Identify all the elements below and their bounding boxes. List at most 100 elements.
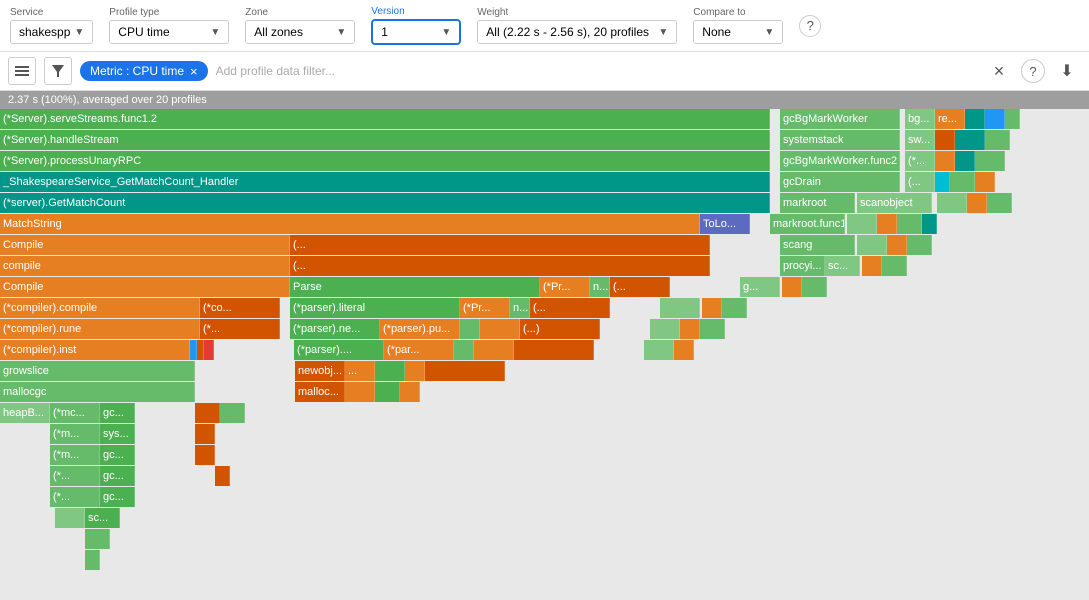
flame-block[interactable] bbox=[847, 214, 877, 234]
flame-block[interactable] bbox=[985, 130, 1010, 150]
flame-block[interactable] bbox=[190, 340, 197, 360]
flame-block[interactable]: (*Server).serveStreams.func1.2 bbox=[0, 109, 770, 129]
metric-chip-close-button[interactable]: × bbox=[190, 65, 198, 78]
flame-block[interactable] bbox=[644, 340, 674, 360]
flame-block[interactable] bbox=[937, 193, 967, 213]
flame-block[interactable] bbox=[975, 151, 1005, 171]
service-select[interactable]: shakespp ▼ bbox=[10, 20, 93, 44]
flame-block[interactable]: g... bbox=[740, 277, 780, 297]
flame-block[interactable]: malloc... bbox=[295, 382, 345, 402]
flame-block[interactable] bbox=[674, 340, 694, 360]
flame-block[interactable] bbox=[782, 277, 802, 297]
flame-block[interactable]: (*server).GetMatchCount bbox=[0, 193, 770, 213]
flame-block[interactable] bbox=[400, 382, 420, 402]
flame-block[interactable] bbox=[480, 319, 520, 339]
download-button[interactable]: ⬇ bbox=[1053, 57, 1081, 85]
flame-block[interactable]: (*Pr... bbox=[540, 277, 590, 297]
flame-block[interactable] bbox=[474, 340, 514, 360]
flame-block[interactable] bbox=[955, 130, 985, 150]
flame-block[interactable] bbox=[514, 340, 594, 360]
flame-block[interactable]: gc... bbox=[100, 487, 135, 507]
flame-block[interactable] bbox=[877, 214, 897, 234]
toolbar-help-button[interactable]: ? bbox=[799, 15, 821, 37]
flame-block[interactable]: (*Pr... bbox=[460, 298, 510, 318]
flame-block[interactable] bbox=[195, 445, 215, 465]
flame-block[interactable]: gc... bbox=[100, 445, 135, 465]
flame-block[interactable] bbox=[987, 193, 1012, 213]
flame-block[interactable]: (*... bbox=[200, 319, 280, 339]
flame-block[interactable]: (*compiler).inst bbox=[0, 340, 190, 360]
flame-block[interactable] bbox=[802, 277, 827, 297]
flame-block[interactable]: (*parser).... bbox=[294, 340, 384, 360]
flame-block[interactable]: Compile bbox=[0, 235, 290, 255]
flame-block[interactable] bbox=[985, 109, 1005, 129]
flame-block[interactable]: (... bbox=[290, 256, 710, 276]
flame-block[interactable] bbox=[650, 319, 680, 339]
flame-block[interactable]: (*Server).processUnaryRPC bbox=[0, 151, 770, 171]
flame-block[interactable]: sc... bbox=[85, 508, 120, 528]
flame-block[interactable]: (*Server).handleStream bbox=[0, 130, 770, 150]
flame-block[interactable]: scang bbox=[780, 235, 855, 255]
flame-block[interactable]: compile bbox=[0, 256, 290, 276]
flame-block[interactable] bbox=[1005, 109, 1020, 129]
flame-block[interactable] bbox=[897, 214, 922, 234]
flame-block[interactable]: re... bbox=[935, 109, 965, 129]
flame-block[interactable]: (*m... bbox=[50, 424, 100, 444]
flame-block[interactable] bbox=[702, 298, 722, 318]
flame-block[interactable]: (*... bbox=[50, 466, 100, 486]
flame-block[interactable]: (... bbox=[610, 277, 670, 297]
flame-block[interactable]: (*mc... bbox=[50, 403, 100, 423]
flame-block[interactable] bbox=[922, 214, 937, 234]
flame-block[interactable] bbox=[375, 361, 405, 381]
flame-block[interactable] bbox=[195, 424, 215, 444]
flame-block[interactable]: (... bbox=[530, 298, 610, 318]
flame-block[interactable]: sc... bbox=[825, 256, 860, 276]
zone-select[interactable]: All zones ▼ bbox=[245, 20, 355, 44]
flame-block[interactable]: mallocgc bbox=[0, 382, 195, 402]
flame-block[interactable] bbox=[680, 319, 700, 339]
flame-block[interactable] bbox=[950, 172, 975, 192]
flame-block[interactable]: sys... bbox=[100, 424, 135, 444]
flame-block[interactable] bbox=[195, 403, 220, 423]
flame-block[interactable]: gcBgMarkWorker.func2 bbox=[780, 151, 900, 171]
flame-block[interactable]: (*parser).ne... bbox=[290, 319, 380, 339]
flame-block[interactable]: (...) bbox=[520, 319, 600, 339]
flame-block[interactable] bbox=[975, 172, 995, 192]
flame-block[interactable]: (*m... bbox=[50, 445, 100, 465]
flame-block[interactable] bbox=[345, 382, 375, 402]
flame-block[interactable]: ToLo... bbox=[700, 214, 750, 234]
flame-block[interactable]: Parse bbox=[290, 277, 540, 297]
flame-block[interactable] bbox=[700, 319, 725, 339]
flame-block[interactable]: (*parser).pu... bbox=[380, 319, 460, 339]
flame-block[interactable]: gcBgMarkWorker bbox=[780, 109, 900, 129]
flame-block[interactable]: growslice bbox=[0, 361, 195, 381]
flame-block[interactable] bbox=[935, 130, 955, 150]
flame-block[interactable]: _ShakespeareService_GetMatchCount_Handle… bbox=[0, 172, 770, 192]
flame-block[interactable]: n... bbox=[510, 298, 530, 318]
flame-block[interactable] bbox=[955, 151, 975, 171]
flame-block[interactable] bbox=[967, 193, 987, 213]
flame-block[interactable]: (*... bbox=[50, 487, 100, 507]
flame-block[interactable] bbox=[55, 508, 85, 528]
flame-block[interactable]: (*... bbox=[905, 151, 935, 171]
flame-block[interactable]: scanobject bbox=[857, 193, 932, 213]
flame-block[interactable]: gc... bbox=[100, 466, 135, 486]
flame-block[interactable] bbox=[935, 172, 950, 192]
compare-select[interactable]: None ▼ bbox=[693, 20, 783, 44]
flame-block[interactable] bbox=[882, 256, 907, 276]
flame-block[interactable]: markroot bbox=[780, 193, 855, 213]
flame-block[interactable]: (... bbox=[905, 172, 935, 192]
flame-block[interactable]: MatchString bbox=[0, 214, 700, 234]
flame-block[interactable]: (*co... bbox=[200, 298, 280, 318]
flame-block[interactable]: systemstack bbox=[780, 130, 900, 150]
flame-block[interactable]: (*compiler).rune bbox=[0, 319, 200, 339]
profile-type-select[interactable]: CPU time ▼ bbox=[109, 20, 229, 44]
flame-block[interactable] bbox=[857, 235, 887, 255]
flamegraph-container[interactable]: 2.37 s (100%), averaged over 20 profiles… bbox=[0, 91, 1089, 600]
flame-block[interactable] bbox=[85, 550, 100, 570]
flame-block[interactable] bbox=[220, 403, 245, 423]
weight-select[interactable]: All (2.22 s - 2.56 s), 20 profiles ▼ bbox=[477, 20, 677, 44]
flame-block[interactable]: Compile bbox=[0, 277, 290, 297]
flame-block[interactable]: gcDrain bbox=[780, 172, 900, 192]
flame-block[interactable] bbox=[965, 109, 985, 129]
